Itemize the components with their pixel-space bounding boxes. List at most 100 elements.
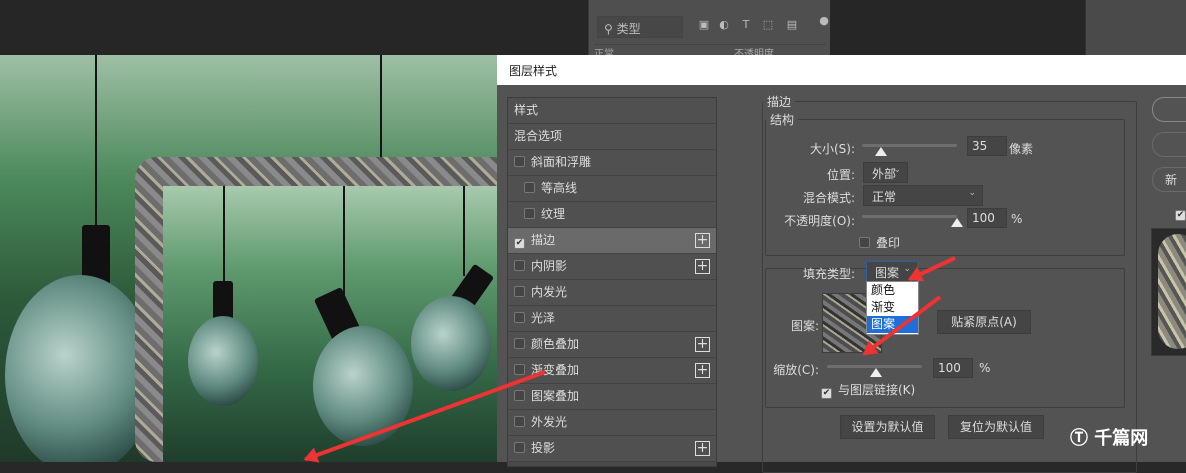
checkmark-icon[interactable]: ✔ xyxy=(821,388,832,399)
opacity-slider-thumb[interactable] xyxy=(951,218,963,227)
dialog-title: 图层样式 xyxy=(497,55,1186,85)
preview-checkbox[interactable]: ✔ xyxy=(1175,210,1186,221)
checkbox[interactable] xyxy=(524,182,535,193)
style-item[interactable]: 纹理 xyxy=(508,202,716,228)
checkbox[interactable] xyxy=(859,237,870,248)
bulb xyxy=(5,275,155,462)
layer-image xyxy=(163,186,497,462)
size-slider[interactable] xyxy=(862,144,957,156)
scale-slider-thumb[interactable] xyxy=(870,368,882,377)
style-item[interactable]: 斜面和浮雕 xyxy=(508,150,716,176)
cancel-button[interactable] xyxy=(1152,132,1186,157)
add-icon[interactable]: + xyxy=(695,441,710,456)
set-default-button[interactable]: 设置为默认值 xyxy=(840,415,935,439)
add-icon[interactable]: + xyxy=(695,363,710,378)
opacity-slider[interactable] xyxy=(862,215,963,227)
structure-group: 结构 xyxy=(765,111,1125,256)
checkbox[interactable] xyxy=(514,260,525,271)
option-gradient[interactable]: 渐变 xyxy=(867,299,918,316)
style-item-label: 外发光 xyxy=(531,415,568,429)
position-select[interactable]: 外部 ⌄ xyxy=(863,162,908,183)
add-icon[interactable]: + xyxy=(695,233,710,248)
style-item-label: 混合选项 xyxy=(514,129,563,143)
blend-mode-value: 正常 xyxy=(872,190,897,204)
style-item[interactable]: 内阴影 + xyxy=(508,254,716,280)
checkbox[interactable] xyxy=(514,338,525,349)
chevron-down-icon: ⌄ xyxy=(968,188,976,198)
bulb-wire xyxy=(380,55,382,165)
position-value: 外部 xyxy=(872,167,897,181)
opacity-label: 不透明度(O): xyxy=(784,214,855,228)
style-item[interactable]: 外发光 xyxy=(508,410,716,436)
style-item[interactable]: ✔ 描边 + xyxy=(508,228,716,254)
style-item-label: 斜面和浮雕 xyxy=(531,155,592,169)
checkbox[interactable] xyxy=(514,312,525,323)
layer-blend-row: 正常不透明度 xyxy=(594,44,826,60)
scale-input[interactable]: 100 xyxy=(933,358,973,378)
checkbox[interactable] xyxy=(514,416,525,427)
checkbox[interactable]: ✔ xyxy=(514,238,525,249)
checkbox[interactable] xyxy=(524,208,535,219)
blend-mode-label: 混合模式: xyxy=(802,191,855,205)
shape-filter-icon[interactable]: ⬚ xyxy=(761,18,775,32)
size-slider-thumb[interactable] xyxy=(875,147,887,156)
watermark-logo: Ⓣ 千篇网 xyxy=(1070,428,1149,449)
link-with-layer-label: 与图层链接(K) xyxy=(838,383,916,397)
style-item-label: 描边 xyxy=(531,233,556,247)
size-label: 大小(S): xyxy=(809,142,855,156)
style-list: 样式 混合选项 斜面和浮雕 等高线 纹理 ✔ 描边 + 内阴影 + 内发光 光泽 颜色叠加 + 渐变叠加 + 图… xyxy=(507,97,717,467)
scale-slider[interactable] xyxy=(827,365,922,377)
size-unit: 像素 xyxy=(1009,142,1034,156)
add-icon[interactable]: + xyxy=(695,259,710,274)
layers-panel: ⚲ 类型 ▣ ◐ T ⬚ ▤ ● 正常不透明度 xyxy=(588,0,831,60)
style-item[interactable]: 投影 + xyxy=(508,436,716,462)
new-style-label: 新 xyxy=(1165,173,1178,187)
ok-button[interactable] xyxy=(1152,97,1186,122)
style-item[interactable]: 光泽 xyxy=(508,306,716,332)
search-placeholder: 类型 xyxy=(616,22,641,36)
style-item[interactable]: 样式 xyxy=(508,98,716,124)
blend-mode-select[interactable]: 正常 ⌄ xyxy=(863,185,983,206)
chevron-down-icon: ⌄ xyxy=(893,165,901,175)
size-input[interactable]: 35 xyxy=(967,136,1007,156)
checkbox[interactable] xyxy=(514,286,525,297)
overprint-label: 叠印 xyxy=(876,236,901,250)
style-preview xyxy=(1151,228,1186,356)
adjustment-filter-icon[interactable]: ◐ xyxy=(717,18,731,32)
fill-group xyxy=(765,268,1125,408)
style-item[interactable]: 混合选项 xyxy=(508,124,716,150)
layer-filter-search[interactable]: ⚲ 类型 xyxy=(597,16,683,38)
scale-unit: % xyxy=(979,361,991,375)
style-item-label: 投影 xyxy=(531,441,556,455)
stroke-title: 描边 xyxy=(767,95,792,109)
checkbox[interactable] xyxy=(514,390,525,401)
overprint-checkbox[interactable]: 叠印 xyxy=(859,234,900,251)
smart-object-filter-icon[interactable]: ▤ xyxy=(785,18,799,32)
checkbox[interactable] xyxy=(514,442,525,453)
style-item-label: 内发光 xyxy=(531,285,568,299)
style-item-label: 纹理 xyxy=(541,207,566,221)
checkbox[interactable] xyxy=(514,364,525,375)
style-item[interactable]: 等高线 xyxy=(508,176,716,202)
structure-title: 结构 xyxy=(770,113,795,127)
opacity-input[interactable]: 100 xyxy=(967,208,1007,228)
link-with-layer-checkbox[interactable]: ✔ 与图层链接(K) xyxy=(821,381,915,399)
type-filter-icon[interactable]: T xyxy=(739,18,753,32)
image-filter-icon[interactable]: ▣ xyxy=(697,18,711,32)
add-icon[interactable]: + xyxy=(695,337,710,352)
bulb-wire xyxy=(95,55,97,235)
reset-default-button[interactable]: 复位为默认值 xyxy=(948,415,1044,439)
style-item-label: 光泽 xyxy=(531,311,556,325)
fill-type-value: 图案 xyxy=(875,266,900,280)
snap-to-origin-button[interactable]: 贴紧原点(A) xyxy=(937,310,1031,334)
style-item[interactable]: 图案叠加 xyxy=(508,384,716,410)
style-item[interactable]: 内发光 xyxy=(508,280,716,306)
position-label: 位置: xyxy=(826,168,855,182)
style-item-label: 内阴影 xyxy=(531,259,568,273)
checkbox[interactable] xyxy=(514,156,525,167)
fill-type-label: 填充类型: xyxy=(802,267,855,281)
style-item[interactable]: 颜色叠加 + xyxy=(508,332,716,358)
style-item-label: 等高线 xyxy=(541,181,578,195)
new-style-button[interactable]: 新 xyxy=(1152,167,1186,192)
filter-toggle-icon[interactable]: ● xyxy=(817,14,831,28)
